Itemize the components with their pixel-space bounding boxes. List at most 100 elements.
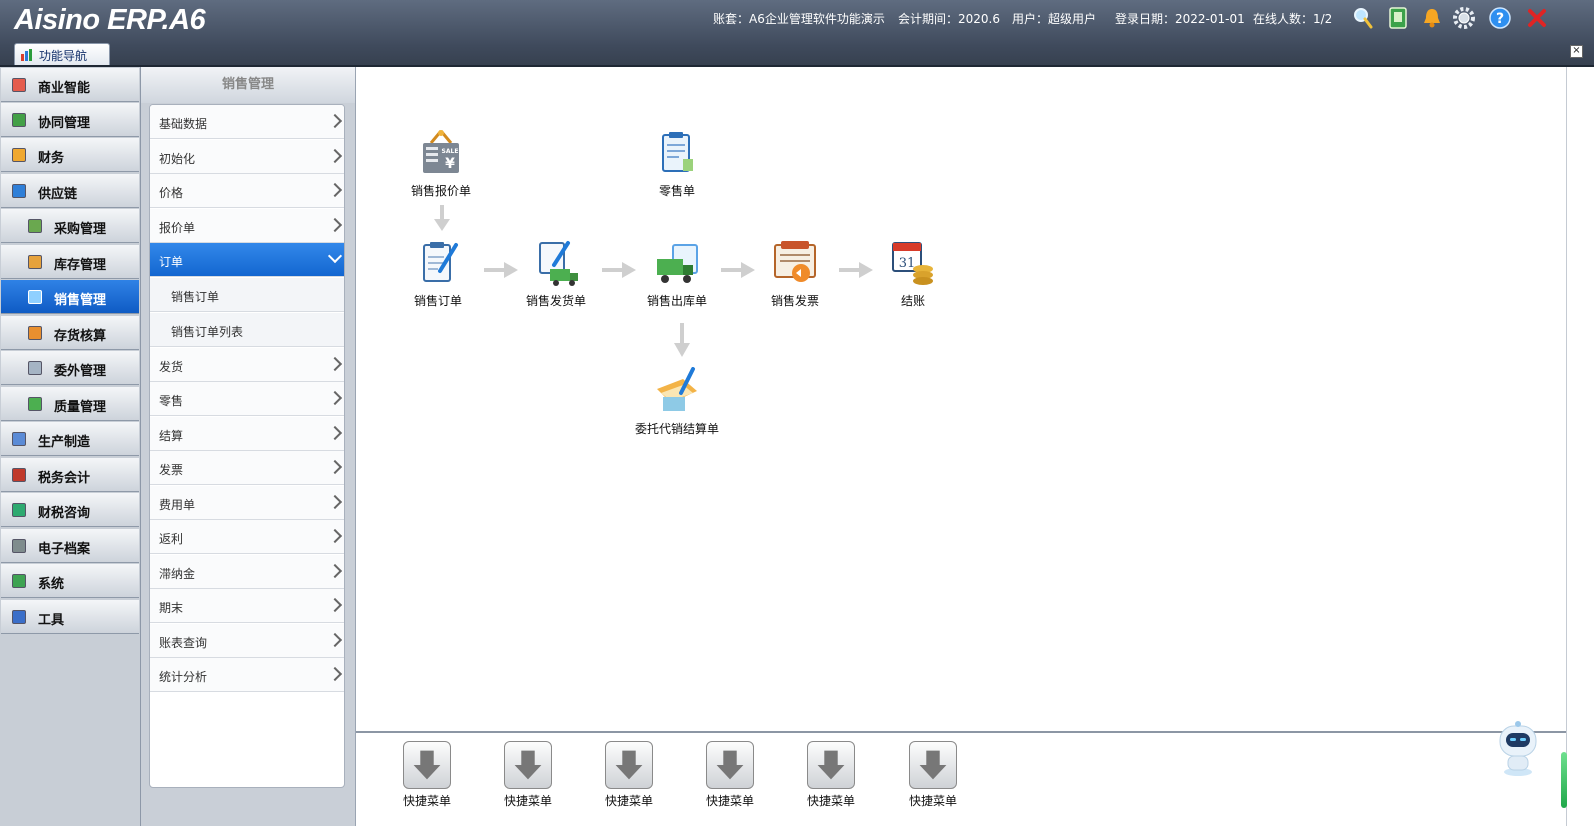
tab-function-navigation[interactable]: 功能导航 (14, 43, 110, 65)
quick-menu-button[interactable]: 快捷菜单 (397, 741, 457, 809)
menu-item-basic-data[interactable]: 基础数据 (150, 105, 344, 139)
sales-quote-icon: SALE ¥ (423, 130, 459, 173)
chevron-right-icon (327, 356, 343, 372)
close-icon[interactable] (1525, 6, 1549, 30)
quick-menu-button[interactable]: 快捷菜单 (801, 741, 861, 809)
sidebar-item-tax-consulting[interactable]: 财税咨询 (1, 493, 139, 527)
collaboration-icon (12, 113, 26, 127)
system-icon (12, 574, 26, 588)
menu-item-sales-order[interactable]: 销售订单 (150, 278, 344, 312)
supply-chain-icon (12, 184, 26, 198)
download-arrow-icon (504, 741, 552, 789)
menu-item-quotation[interactable]: 报价单 (150, 209, 344, 243)
chevron-right-icon (327, 597, 343, 613)
sidebar-item-manufacturing[interactable]: 生产制造 (1, 422, 139, 456)
sales-outbound-icon (657, 244, 698, 283)
gear-icon[interactable] (1452, 6, 1476, 30)
sidebar-item-supply-chain[interactable]: 供应链 (1, 174, 139, 208)
module-sidebar: 商业智能 协同管理 财务 供应链 采购管理 库存管理 销售管理 存货核算 委外管… (0, 67, 141, 826)
menu-item-rebate[interactable]: 返利 (150, 520, 344, 554)
svg-text:SALE: SALE (442, 148, 459, 155)
period-info: 会计期间：2020.6 (898, 12, 1000, 26)
notebook-icon[interactable] (1386, 6, 1410, 30)
download-arrow-icon (909, 741, 957, 789)
sidebar-item-system[interactable]: 系统 (1, 564, 139, 598)
sidebar-item-sales[interactable]: 销售管理 (1, 280, 139, 314)
sales-order-icon (423, 242, 458, 282)
chevron-right-icon (327, 425, 343, 441)
menu-item-invoice[interactable]: 发票 (150, 451, 344, 485)
flow-node-retail[interactable]: 零售单 (627, 129, 727, 199)
menu-item-late-fee[interactable]: 滞纳金 (150, 555, 344, 589)
assistant-robot-icon[interactable] (1492, 720, 1544, 778)
stock-accounting-icon (28, 326, 42, 340)
sidebar-item-finance[interactable]: 财务 (1, 138, 139, 172)
flow-node-checkout[interactable]: 31 结账 (863, 239, 963, 309)
bar-chart-icon (21, 49, 32, 61)
flow-node-sales-invoice[interactable]: 销售发票 (745, 239, 845, 309)
menu-item-statistics[interactable]: 统计分析 (150, 658, 344, 692)
flow-node-sales-outbound[interactable]: 销售出库单 (627, 239, 727, 309)
quick-menu-button[interactable]: 快捷菜单 (903, 741, 963, 809)
user-info: 用户：超级用户 (1012, 12, 1097, 26)
download-arrow-icon (706, 741, 754, 789)
tax-accounting-icon (12, 468, 26, 482)
chevron-right-icon (327, 390, 343, 406)
svg-text:¥: ¥ (445, 156, 455, 172)
sidebar-item-business-intelligence[interactable]: 商业智能 (1, 68, 139, 102)
menu-item-delivery[interactable]: 发货 (150, 348, 344, 382)
quick-menu-button[interactable]: 快捷菜单 (498, 741, 558, 809)
close-tab-button[interactable]: × (1570, 45, 1583, 58)
sidebar-item-e-archive[interactable]: 电子档案 (1, 529, 139, 563)
quick-menu-button[interactable]: 快捷菜单 (700, 741, 760, 809)
sidebar-item-tools[interactable]: 工具 (1, 600, 139, 634)
search-icon[interactable] (1351, 6, 1375, 30)
flow-node-sales-delivery[interactable]: 销售发货单 (506, 239, 606, 309)
finance-icon (12, 148, 26, 162)
sales-icon (28, 290, 42, 304)
sidebar-item-purchase[interactable]: 采购管理 (1, 209, 139, 243)
chevron-right-icon (327, 563, 343, 579)
download-arrow-icon (807, 741, 855, 789)
quick-menu-button[interactable]: 快捷菜单 (599, 741, 659, 809)
menu-item-retail[interactable]: 零售 (150, 382, 344, 416)
inventory-icon (28, 255, 42, 269)
menu-item-sales-order-list[interactable]: 销售订单列表 (150, 313, 344, 347)
sidebar-item-outsourcing[interactable]: 委外管理 (1, 351, 139, 385)
sidebar-item-tax-accounting[interactable]: 税务会计 (1, 458, 139, 492)
bell-icon[interactable] (1420, 6, 1444, 30)
flow-node-sales-quote[interactable]: SALE ¥ 销售报价单 (391, 129, 491, 199)
tax-consulting-icon (12, 503, 26, 517)
app-logo: Aisino ERP.A6 (14, 4, 206, 36)
sidebar-item-stock-accounting[interactable]: 存货核算 (1, 316, 139, 350)
chevron-right-icon (327, 182, 343, 198)
flow-node-sales-order[interactable]: 销售订单 (388, 239, 488, 309)
chevron-right-icon (327, 113, 343, 129)
online-count-info: 在线人数：1/2 (1253, 12, 1333, 26)
app-header: Aisino ERP.A6 账套：A6企业管理软件功能演示 会计期间：2020.… (0, 0, 1594, 66)
consignment-settlement-icon (657, 367, 697, 411)
chevron-down-icon (327, 248, 343, 264)
menu-item-price[interactable]: 价格 (150, 174, 344, 208)
chevron-right-icon (327, 217, 343, 233)
flow-node-consignment-settlement[interactable]: 委托代销结算单 (627, 367, 727, 437)
tools-icon (12, 610, 26, 624)
purchase-icon (28, 219, 42, 233)
sidebar-item-inventory[interactable]: 库存管理 (1, 245, 139, 279)
menu-item-initialization[interactable]: 初始化 (150, 140, 344, 174)
menu-item-period-end[interactable]: 期末 (150, 589, 344, 623)
side-indicator-bar (1561, 752, 1567, 808)
sidebar-item-collaboration[interactable]: 协同管理 (1, 103, 139, 137)
menu-item-report-query[interactable]: 账表查询 (150, 624, 344, 658)
menu-item-order[interactable]: 订单 (150, 243, 344, 277)
login-date-info: 登录日期：2022-01-01 (1115, 12, 1245, 26)
submenu-title: 销售管理 (141, 67, 355, 103)
download-arrow-icon (605, 741, 653, 789)
sidebar-item-quality[interactable]: 质量管理 (1, 387, 139, 421)
download-arrow-icon (403, 741, 451, 789)
vertical-scrollbar[interactable] (1566, 67, 1594, 826)
help-icon[interactable]: ? (1488, 6, 1512, 30)
menu-item-settlement[interactable]: 结算 (150, 417, 344, 451)
chevron-right-icon (327, 494, 343, 510)
menu-item-expense[interactable]: 费用单 (150, 486, 344, 520)
